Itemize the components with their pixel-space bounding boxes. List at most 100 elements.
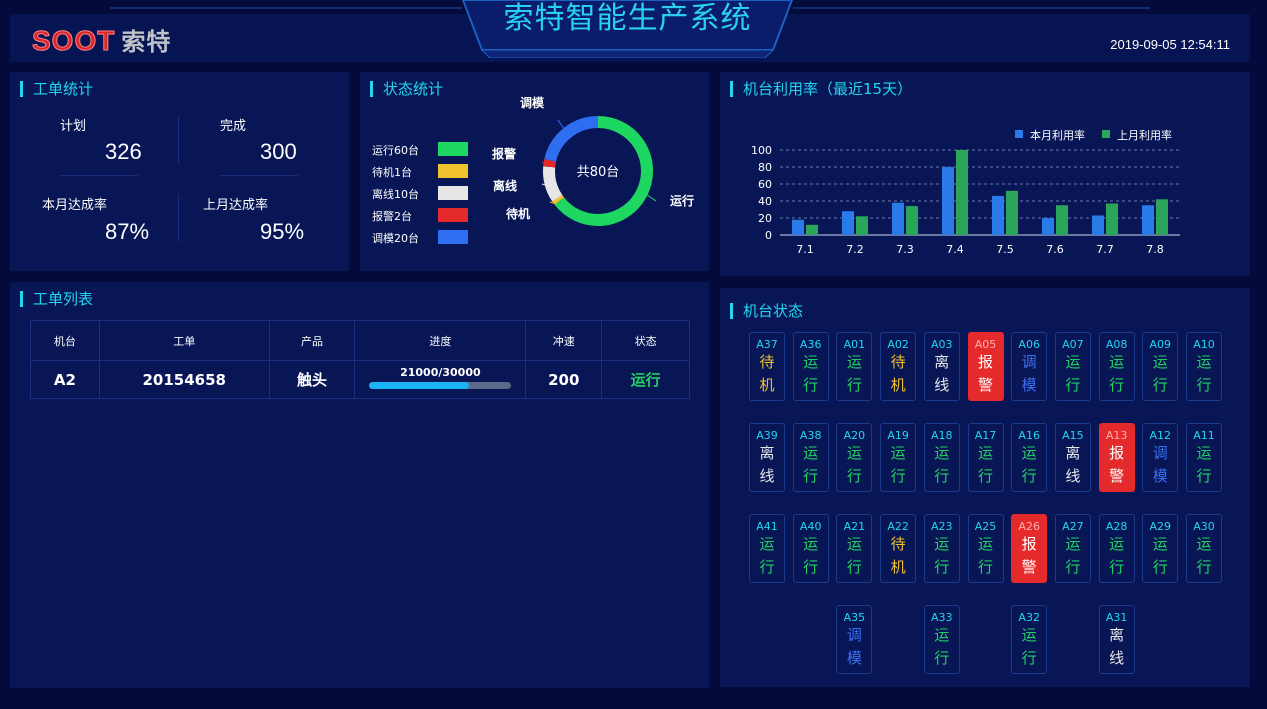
machine-tile[interactable]: A31 离线 <box>1098 605 1135 674</box>
machine-tile[interactable]: A13 报警 <box>1098 423 1135 492</box>
table-row[interactable]: A2 20154658 触头 21000/30000 200 运行 <box>30 360 690 399</box>
machine-tile[interactable]: A25 运行 <box>967 514 1004 583</box>
machine-status-text: 待机 <box>890 535 906 576</box>
work-list-title: 工单列表 <box>20 291 93 307</box>
machine-tile[interactable]: A02 待机 <box>880 332 917 401</box>
donut-leader-line <box>557 119 565 129</box>
machine-status-text: 调模 <box>1021 353 1037 394</box>
donut-slice <box>544 116 599 162</box>
machine-tile[interactable]: A08 运行 <box>1098 332 1135 401</box>
machine-status-title: 机台状态 <box>730 303 803 319</box>
machine-tile[interactable]: A27 运行 <box>1054 514 1091 583</box>
logo-text-en: SOOT <box>31 25 116 57</box>
col-header-status: 状态 <box>601 320 690 361</box>
machine-status-text: 待机 <box>759 353 775 394</box>
bar <box>956 150 968 235</box>
machine-tile[interactable]: A21 运行 <box>836 514 873 583</box>
machine-tile[interactable]: A20 运行 <box>836 423 873 492</box>
logo-text-cn: 索特 <box>121 29 172 56</box>
x-tick-label: 7.1 <box>796 243 814 256</box>
machine-tile[interactable]: A07 运行 <box>1054 332 1091 401</box>
machine-id: A16 <box>1018 429 1040 442</box>
machine-tile[interactable]: A12 调模 <box>1142 423 1179 492</box>
machine-tile[interactable]: A36 运行 <box>792 332 829 401</box>
utilization-panel: 机台利用率（最近15天） 0 20 40 60 80 100 7.1 7.2 7.3 7.4 7.5… <box>720 72 1250 276</box>
machine-status-text: 运行 <box>1109 535 1125 576</box>
machine-tile[interactable]: A06 调模 <box>1011 332 1048 401</box>
machine-status-text: 运行 <box>846 353 862 394</box>
machine-status-text: 离线 <box>1109 626 1125 667</box>
machine-tile[interactable]: A16 运行 <box>1011 423 1048 492</box>
donut-slice-label: 待机 <box>506 206 530 221</box>
machine-tile[interactable]: A18 运行 <box>923 423 960 492</box>
machine-tile[interactable]: A32 运行 <box>1011 605 1048 674</box>
machine-id: A33 <box>931 611 953 624</box>
machine-tile[interactable]: A38 运行 <box>792 423 829 492</box>
header: SOOT 索特 索特智能生产系统 2019-09-05 12:54:11 <box>0 0 1267 66</box>
machine-tile[interactable]: A19 运行 <box>880 423 917 492</box>
bar <box>1056 205 1068 235</box>
x-tick-label: 7.4 <box>946 243 964 256</box>
machine-status-text: 报警 <box>977 353 993 394</box>
x-tick-label: 7.2 <box>846 243 864 256</box>
y-tick-label: 100 <box>751 144 772 157</box>
machine-tile[interactable]: A40 运行 <box>792 514 829 583</box>
machine-tile[interactable]: A29 运行 <box>1142 514 1179 583</box>
machine-id: A03 <box>931 338 953 351</box>
y-tick-label: 60 <box>758 178 772 191</box>
machine-id: A01 <box>843 338 866 351</box>
machine-tile[interactable]: A09 运行 <box>1142 332 1179 401</box>
cell-product: 触头 <box>268 360 356 399</box>
work-stats-panel: 工单统计 计划 326 完成 300 本月达成率 87% 上月达成率 95% <box>10 72 349 271</box>
bar <box>1006 190 1018 235</box>
machine-tile[interactable]: A17 运行 <box>967 423 1004 492</box>
machine-tile[interactable]: A35 调模 <box>836 605 873 674</box>
machine-tile[interactable]: A03 离线 <box>923 332 960 401</box>
x-tick-label: 7.5 <box>996 243 1014 256</box>
machine-tile[interactable]: A23 运行 <box>923 514 960 583</box>
machine-tile[interactable]: A05 报警 <box>967 332 1004 401</box>
machine-tile[interactable]: A11 运行 <box>1186 423 1222 492</box>
done-label: 完成 <box>220 119 247 134</box>
machine-id: A36 <box>799 338 822 351</box>
machine-id: A17 <box>974 429 997 442</box>
machine-tile[interactable]: A26 报警 <box>1011 514 1048 583</box>
machine-tile[interactable]: A33 运行 <box>923 605 960 674</box>
donut-slice-label: 离线 <box>493 178 517 193</box>
machine-tile[interactable]: A41 运行 <box>749 514 785 583</box>
machine-status-text: 离线 <box>1065 444 1081 485</box>
legend-label: 本月利用率 <box>1030 128 1085 142</box>
donut-slice-label: 报警 <box>492 146 516 161</box>
machine-tile[interactable]: A15 离线 <box>1054 423 1091 492</box>
work-stats-title: 工单统计 <box>20 81 93 97</box>
x-tick-label: 7.7 <box>1096 243 1114 256</box>
machine-id: A32 <box>1018 611 1040 624</box>
col-header-speed: 冲速 <box>525 320 603 361</box>
machine-tile[interactable]: A39 离线 <box>749 423 785 492</box>
machine-id: A22 <box>887 520 909 533</box>
machine-tile[interactable]: A22 待机 <box>880 514 917 583</box>
machine-id: A23 <box>931 520 953 533</box>
done-value: 300 <box>260 139 297 164</box>
machine-status-text: 运行 <box>1152 353 1168 394</box>
machine-status-text: 离线 <box>759 444 775 485</box>
machine-id: A41 <box>756 520 778 533</box>
bar <box>1106 203 1118 235</box>
plan-label: 计划 <box>60 119 87 134</box>
x-tick-label: 7.3 <box>896 243 914 256</box>
machine-tile[interactable]: A28 运行 <box>1098 514 1135 583</box>
bar <box>992 195 1004 235</box>
machine-tile[interactable]: A30 运行 <box>1186 514 1222 583</box>
machine-status-text: 运行 <box>803 353 819 394</box>
machine-tile[interactable]: A01 运行 <box>836 332 873 401</box>
machine-status-text: 运行 <box>890 444 906 485</box>
machine-status-text: 运行 <box>1196 535 1212 576</box>
machine-status-text: 运行 <box>1196 353 1212 394</box>
divider <box>60 175 138 176</box>
machine-tile[interactable]: A37 待机 <box>749 332 785 401</box>
donut-slice <box>543 166 563 202</box>
donut-slice <box>543 159 557 168</box>
machine-tile[interactable]: A10 运行 <box>1186 332 1222 401</box>
machine-status-text: 调模 <box>846 626 862 667</box>
machine-id: A13 <box>1105 429 1128 442</box>
